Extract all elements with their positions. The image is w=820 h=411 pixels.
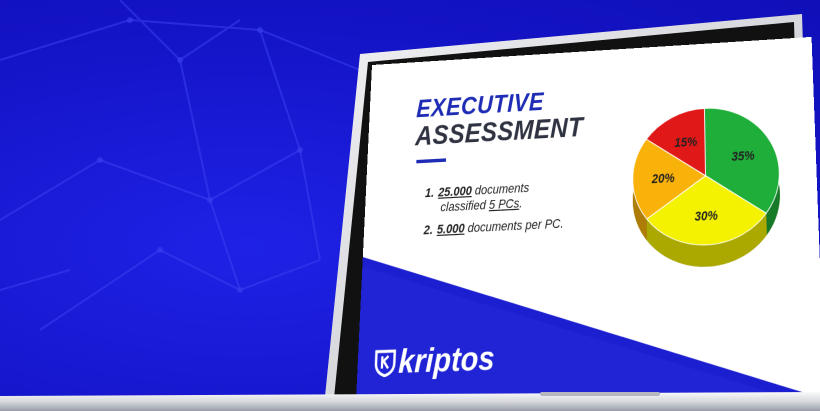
list-item: 2. 5.000 documents per PC. [423,217,563,239]
list-number: 1. [424,186,435,201]
marketing-banner: EXECUTIVE ASSESSMENT 1. 25.000 documents … [0,0,820,411]
presentation-slide: EXECUTIVE ASSESSMENT 1. 25.000 documents … [355,36,820,411]
brand-logo: kriptos [373,339,495,383]
shield-k-icon [373,347,397,377]
list-number: 2. [423,223,434,238]
brand-name: kriptos [397,338,496,381]
laptop-notch [540,392,660,396]
list-text: documents per PC. [464,217,564,236]
pie-chart: 35% 30% 20% 15% [617,95,798,270]
list-item: 1. 25.000 documents classified 5 PCs. [424,180,564,217]
list-text-suffix: . [519,196,523,211]
document-count: 5.000 [436,221,465,238]
document-count: 25.000 [437,184,472,200]
list-text: documents [471,181,530,199]
pie-slice-label: 15% [674,136,697,151]
pie-slice-label: 30% [694,209,717,224]
pc-count: 5 PCs [488,196,520,213]
laptop-screen: EXECUTIVE ASSESSMENT 1. 25.000 documents … [318,14,820,411]
laptop-base [0,392,820,411]
pie-slice-label: 20% [651,172,675,187]
assessment-list: 1. 25.000 documents classified 5 PCs. 2. 5… [423,180,564,246]
pie-slice-label: 35% [731,150,754,165]
list-text-line2: classified [440,198,490,215]
